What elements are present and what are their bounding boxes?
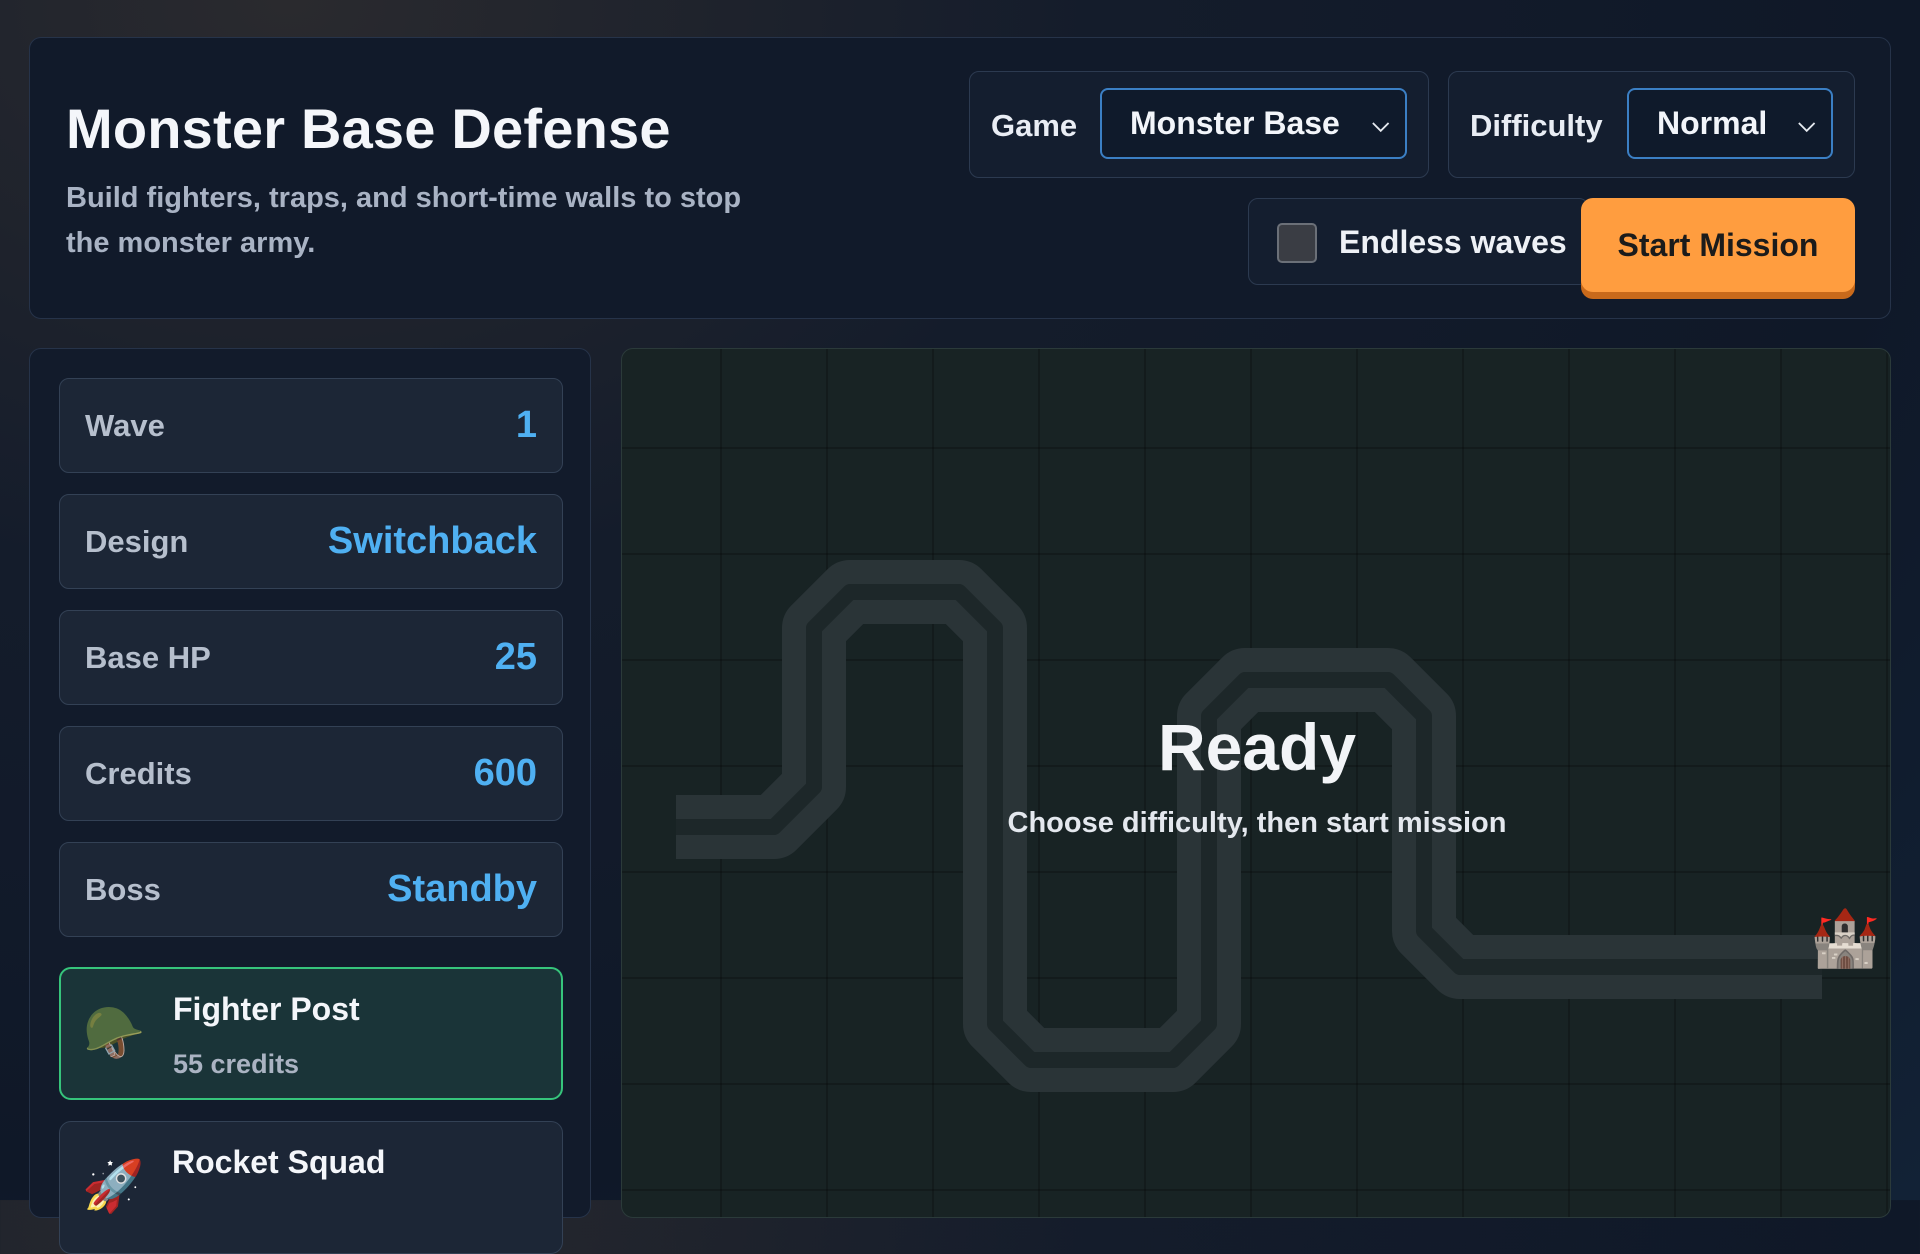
game-board[interactable]: Ready Choose difficulty, then start miss… <box>621 348 1891 1218</box>
game-select[interactable]: Monster Base ⌵ <box>1100 88 1407 159</box>
stat-base-hp: Base HP 25 <box>59 610 563 705</box>
unit-card-rocket-squad[interactable]: 🚀 Rocket Squad <box>59 1121 563 1254</box>
header-panel: Monster Base Defense Build fighters, tra… <box>29 37 1891 319</box>
start-mission-button[interactable]: Start Mission <box>1581 198 1855 292</box>
game-select-value: Monster Base <box>1130 105 1340 141</box>
page-subtitle: Build fighters, traps, and short-time wa… <box>66 182 742 259</box>
chevron-down-icon: ⌵ <box>1798 111 1815 136</box>
endless-waves-label: Endless waves <box>1339 224 1567 260</box>
game-control: Game Monster Base ⌵ <box>969 71 1429 178</box>
castle-icon: 🏰 <box>1810 906 1880 969</box>
status-hint: Choose difficulty, then start mission <box>1007 807 1507 839</box>
difficulty-select-value: Normal <box>1657 105 1768 141</box>
stat-value: Standby <box>387 868 537 910</box>
game-label: Game <box>991 108 1078 143</box>
stat-label: Credits <box>85 756 192 791</box>
stat-value: Switchback <box>327 520 537 562</box>
unit-name: Fighter Post <box>173 991 360 1027</box>
endless-waves-checkbox[interactable] <box>1277 223 1317 263</box>
stat-label: Boss <box>85 872 161 907</box>
stat-credits: Credits 600 <box>59 726 563 821</box>
stat-label: Wave <box>85 408 165 443</box>
stat-value: 1 <box>515 404 537 446</box>
unit-cost: 55 credits <box>173 1049 300 1079</box>
unit-card-fighter-post[interactable]: 🪖 Fighter Post 55 credits <box>59 967 563 1100</box>
stat-design: Design Switchback <box>59 494 563 589</box>
rocket-icon: 🚀 <box>82 1158 145 1214</box>
stat-boss: Boss Standby <box>59 842 563 937</box>
helmet-icon: 🪖 <box>83 1005 146 1061</box>
chevron-down-icon: ⌵ <box>1372 111 1389 136</box>
stat-label: Base HP <box>85 640 211 675</box>
endless-waves-toggle[interactable]: Endless waves <box>1248 198 1589 285</box>
difficulty-label: Difficulty <box>1470 108 1603 143</box>
stat-value: 600 <box>473 752 537 794</box>
unit-name: Rocket Squad <box>172 1144 386 1180</box>
status-title: Ready <box>1157 710 1357 784</box>
difficulty-select[interactable]: Normal ⌵ <box>1627 88 1833 159</box>
page-title: Monster Base Defense <box>66 97 671 160</box>
sidebar: Wave 1 Design Switchback Base HP 25 Cred… <box>29 348 591 1254</box>
stat-label: Design <box>85 524 189 559</box>
difficulty-control: Difficulty Normal ⌵ <box>1448 71 1855 178</box>
stat-wave: Wave 1 <box>59 378 563 473</box>
stat-value: 25 <box>494 636 537 678</box>
